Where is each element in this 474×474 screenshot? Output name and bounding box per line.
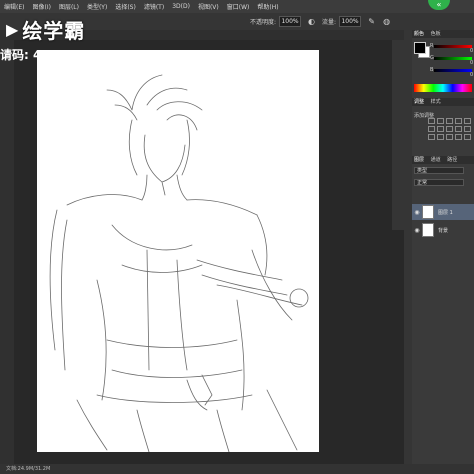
layer-name: 背景 <box>438 227 449 234</box>
flow-field[interactable]: 100% <box>339 16 362 27</box>
invert-icon[interactable] <box>428 134 435 140</box>
visibility-eye-icon[interactable]: ◉ <box>412 227 422 234</box>
layer-thumbnail <box>422 223 434 237</box>
menu-3d[interactable]: 3D(D) <box>168 3 194 10</box>
tab-styles[interactable]: 样式 <box>431 99 441 105</box>
menu-bar: 编辑(E) 图像(I) 图层(L) 类型(Y) 选择(S) 滤镜(T) 3D(D… <box>0 0 474 13</box>
vibrance-icon[interactable] <box>464 118 471 124</box>
selective-color-icon[interactable] <box>464 134 471 140</box>
watermark-logo: 绘学霸 <box>22 18 86 43</box>
exposure-icon[interactable] <box>455 118 462 124</box>
opacity-label: 不透明度: <box>250 19 277 26</box>
airbrush-icon[interactable]: ✎ <box>367 17 376 26</box>
pressure-size-icon[interactable]: ◍ <box>382 17 391 26</box>
toolbox <box>0 40 14 464</box>
tab-channels[interactable]: 通道 <box>431 157 441 163</box>
threshold-icon[interactable] <box>446 134 453 140</box>
layer-thumbnail <box>422 205 434 219</box>
brightness-icon[interactable] <box>428 118 435 124</box>
tab-color[interactable]: 颜色 <box>414 31 424 37</box>
tab-layers[interactable]: 图层 <box>414 157 424 163</box>
menu-window[interactable]: 窗口(W) <box>223 2 254 11</box>
panel-dock-icons <box>392 40 404 230</box>
foreground-color-swatch[interactable] <box>414 42 426 54</box>
curves-icon[interactable] <box>446 118 453 124</box>
document-size: 文档:24.9M/31.2M <box>6 466 51 472</box>
gradient-map-icon[interactable] <box>455 134 462 140</box>
layer-filter-kind[interactable]: 类型 <box>414 167 464 174</box>
hue-saturation-icon[interactable] <box>428 126 435 132</box>
menu-image[interactable]: 图像(I) <box>28 2 54 11</box>
menu-view[interactable]: 视图(V) <box>194 2 223 11</box>
layer-name: 图层 1 <box>438 209 453 216</box>
play-logo-icon: ▶ <box>6 19 19 39</box>
r-slider[interactable] <box>434 45 472 48</box>
adjustment-icons <box>428 118 472 140</box>
photo-filter-icon[interactable] <box>455 126 462 132</box>
layer-row[interactable]: ◉ 背景 <box>412 222 474 238</box>
right-panel: 颜色 色板 R 0 G 0 B 0 调整 样式 添加调整 图层 通道 路径 类型 <box>412 30 474 464</box>
layer-row[interactable]: ◉ 图层 1 <box>412 204 474 220</box>
channel-mixer-icon[interactable] <box>464 126 471 132</box>
color-balance-icon[interactable] <box>437 126 444 132</box>
color-spectrum[interactable] <box>414 84 472 92</box>
document-canvas[interactable] <box>37 50 319 452</box>
posterize-icon[interactable] <box>437 134 444 140</box>
adjust-panel-tabs: 调整 样式 <box>412 98 474 106</box>
r-label: R <box>430 43 434 49</box>
r-value: 0 <box>470 48 474 54</box>
menu-help[interactable]: 帮助(H) <box>253 2 282 11</box>
b-value: 0 <box>470 72 474 78</box>
status-bar: 文档:24.9M/31.2M <box>0 464 474 474</box>
watermark: ▶ 绘学霸 <box>0 18 85 43</box>
tab-swatches[interactable]: 色板 <box>431 31 441 37</box>
menu-type[interactable]: 类型(Y) <box>83 2 111 11</box>
g-value: 0 <box>470 60 474 66</box>
menu-select[interactable]: 选择(S) <box>111 2 140 11</box>
pressure-opacity-icon[interactable]: ◐ <box>307 17 316 26</box>
layers-panel-tabs: 图层 通道 路径 <box>412 156 474 164</box>
menu-layer[interactable]: 图层(L) <box>55 2 83 11</box>
sketch-drawing <box>49 74 309 452</box>
blend-mode-select[interactable]: 正常 <box>414 179 464 186</box>
flow-label: 流量: <box>322 19 337 26</box>
color-panel-tabs: 颜色 色板 <box>412 30 474 38</box>
black-white-icon[interactable] <box>446 126 453 132</box>
collapsed-dock <box>404 30 412 464</box>
b-slider[interactable] <box>434 69 472 72</box>
chevron-up-icon: « <box>436 0 442 9</box>
tab-adjustments[interactable]: 调整 <box>414 99 424 105</box>
b-label: B <box>430 67 434 73</box>
invite-code-text: 请码: 4 <box>0 48 42 62</box>
levels-icon[interactable] <box>437 118 444 124</box>
menu-filter[interactable]: 滤镜(T) <box>140 2 168 11</box>
visibility-eye-icon[interactable]: ◉ <box>412 209 422 216</box>
menu-edit[interactable]: 编辑(E) <box>0 2 28 11</box>
tab-paths[interactable]: 路径 <box>447 157 457 163</box>
g-slider[interactable] <box>434 57 472 60</box>
opacity-field[interactable]: 100% <box>279 16 302 27</box>
